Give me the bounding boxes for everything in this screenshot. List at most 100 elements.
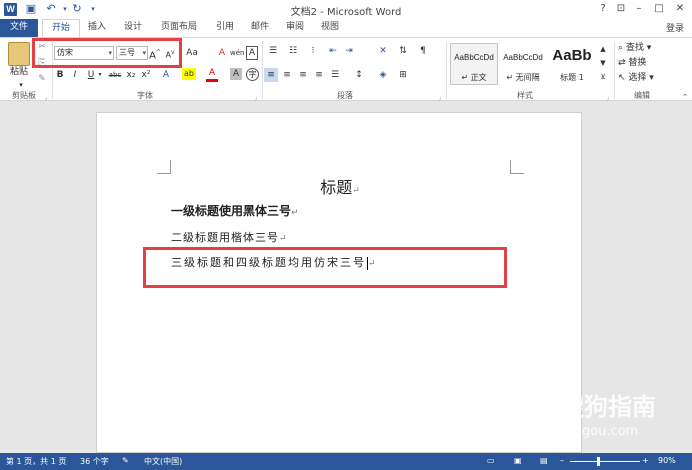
- style-name: ↵ 正文: [461, 73, 487, 82]
- tab-home[interactable]: 开始: [42, 19, 80, 37]
- show-marks-icon[interactable]: ¶: [416, 44, 430, 58]
- tab-design[interactable]: 设计: [118, 19, 148, 37]
- replace-button[interactable]: ⇄ 替换: [618, 56, 678, 70]
- help-button[interactable]: ?: [595, 2, 611, 16]
- doc-title[interactable]: 标题↵: [97, 174, 583, 198]
- close-button[interactable]: ✕: [672, 2, 688, 16]
- sign-in-link[interactable]: 登录: [666, 21, 684, 34]
- justify-icon[interactable]: ≡: [312, 68, 326, 82]
- underline-dropdown-icon[interactable]: ▾: [96, 68, 104, 82]
- enclose-characters-button[interactable]: 字: [246, 68, 259, 81]
- styles-scroll-up-icon[interactable]: ▲: [598, 42, 608, 56]
- document-area[interactable]: 标题↵ 一级标题使用黑体三号↵ 二级标题用楷体三号↵ 三级标题和四级标题均用仿宋…: [0, 102, 692, 453]
- align-center-icon[interactable]: ≡: [280, 68, 294, 82]
- word-count[interactable]: 36 个字: [80, 456, 109, 467]
- watermark-url: zhinan.sogou.com: [520, 424, 639, 439]
- restore-button[interactable]: □: [651, 2, 667, 16]
- clear-formatting-button[interactable]: A: [216, 46, 228, 60]
- zoom-in-button[interactable]: +: [642, 456, 649, 465]
- select-button[interactable]: ↖ 选择 ▾: [618, 71, 678, 85]
- shading-icon[interactable]: ◈: [376, 68, 390, 82]
- doc-heading-2[interactable]: 二级标题用楷体三号↵: [171, 229, 288, 245]
- sort-icon[interactable]: ⇅: [396, 44, 410, 58]
- zoom-slider-thumb[interactable]: [597, 457, 600, 466]
- paste-button[interactable]: 粘贴: [4, 65, 34, 79]
- underline-button[interactable]: U: [86, 68, 96, 82]
- strikethrough-button[interactable]: abc: [108, 68, 122, 82]
- status-bar: 第 1 页，共 1 页 36 个字 ✎ 中文(中国) ▭ ▣ ▤ – + 90%: [0, 453, 692, 470]
- watermark-text: 搜狗指南: [560, 393, 656, 421]
- tab-mailings[interactable]: 邮件: [245, 19, 275, 37]
- proofing-icon[interactable]: ✎: [122, 456, 129, 465]
- grow-font-icon: A: [149, 50, 156, 62]
- format-painter-icon[interactable]: ✎: [36, 72, 48, 86]
- minimize-button[interactable]: –: [631, 2, 647, 16]
- style-no-spacing[interactable]: AaBbCcDd ↵ 无间隔: [499, 43, 547, 85]
- line-spacing-icon[interactable]: ↕: [352, 68, 366, 82]
- distributed-icon[interactable]: ☰: [328, 68, 342, 82]
- styles-scroll-down-icon[interactable]: ▼: [598, 56, 608, 70]
- doc-title-text: 标题: [320, 178, 353, 197]
- paragraph-mark: ↵: [279, 234, 288, 244]
- chinese-layout-icon[interactable]: ✕: [376, 44, 390, 58]
- highlight-box-heading-3: [143, 247, 507, 288]
- text-highlight-button[interactable]: ab: [182, 68, 196, 80]
- character-border-button[interactable]: A: [246, 46, 258, 60]
- language-indicator[interactable]: 中文(中国): [144, 456, 182, 467]
- grow-font-button[interactable]: A^: [149, 46, 161, 63]
- zoom-out-button[interactable]: –: [560, 456, 564, 465]
- find-button[interactable]: ⌕ 查找 ▾: [618, 41, 678, 55]
- styles-more-icon[interactable]: ⊻: [598, 70, 608, 84]
- superscript-button[interactable]: x²: [140, 68, 152, 82]
- sogou-logo-icon: [518, 382, 554, 418]
- tab-review[interactable]: 审阅: [280, 19, 310, 37]
- doc-heading-1[interactable]: 一级标题使用黑体三号↵: [171, 202, 299, 219]
- multilevel-list-icon[interactable]: ⁝: [306, 44, 320, 58]
- title-bar: W ▣ ↶ ▾ ↻ ▾ 文档2 - Microsoft Word ? ⊡ – □…: [0, 0, 692, 19]
- paste-icon[interactable]: [8, 42, 30, 66]
- align-left-icon[interactable]: ≡: [264, 68, 278, 82]
- read-mode-icon[interactable]: ▭: [487, 456, 495, 465]
- tab-page-layout[interactable]: 页面布局: [155, 19, 203, 37]
- change-case-button[interactable]: Aa: [184, 46, 200, 60]
- group-label-font: 字体: [137, 91, 153, 100]
- margin-corner-mark: [510, 160, 524, 174]
- group-separator: [262, 41, 263, 99]
- italic-button[interactable]: I: [70, 68, 80, 82]
- decrease-indent-icon[interactable]: ⇤: [326, 44, 340, 58]
- bullets-icon[interactable]: ☰: [266, 44, 280, 58]
- find-label: 查找: [625, 43, 644, 53]
- numbering-icon[interactable]: ☷: [286, 44, 300, 58]
- style-normal[interactable]: AaBbCcDd ↵ 正文: [450, 43, 498, 85]
- ribbon: 粘贴 ▾ ✂ ⎘ ✎ 剪贴板 ⌟ 仿宋 ▾ 三号 ▾ A^ Av Aa A wé…: [0, 37, 692, 101]
- select-label: 选择: [628, 73, 647, 83]
- tab-insert[interactable]: 插入: [82, 19, 112, 37]
- tab-file[interactable]: 文件: [0, 19, 38, 37]
- align-right-icon[interactable]: ≡: [296, 68, 310, 82]
- character-shading-button[interactable]: A: [230, 68, 242, 80]
- group-separator: [614, 41, 615, 99]
- font-color-button[interactable]: A: [206, 68, 218, 82]
- window-title: 文档2 - Microsoft Word: [290, 7, 402, 18]
- ribbon-display-options-button[interactable]: ⊡: [613, 2, 629, 16]
- tab-references[interactable]: 引用: [210, 19, 240, 37]
- style-sample: AaBbCcDd: [503, 53, 543, 62]
- text-effects-button[interactable]: A: [160, 68, 172, 82]
- paragraph-mark: ↵: [291, 208, 299, 218]
- print-layout-icon[interactable]: ▣: [514, 456, 522, 465]
- web-layout-icon[interactable]: ▤: [540, 456, 548, 465]
- doc-line-text: 一级标题使用黑体三号: [171, 204, 292, 218]
- tab-view[interactable]: 视图: [315, 19, 345, 37]
- zoom-level[interactable]: 90%: [658, 456, 676, 465]
- increase-indent-icon[interactable]: ⇥: [342, 44, 356, 58]
- page-count[interactable]: 第 1 页，共 1 页: [6, 456, 66, 467]
- select-icon: ↖: [618, 73, 626, 83]
- borders-icon[interactable]: ⊞: [396, 68, 410, 82]
- shrink-font-button[interactable]: Av: [164, 46, 176, 63]
- group-label-paragraph: 段落: [337, 91, 353, 100]
- zoom-slider[interactable]: [570, 461, 640, 462]
- style-heading-1[interactable]: AaBb 标题 1: [548, 43, 596, 85]
- bold-button[interactable]: B: [54, 68, 66, 82]
- subscript-button[interactable]: x₂: [125, 68, 137, 82]
- phonetic-guide-button[interactable]: wén: [230, 46, 244, 60]
